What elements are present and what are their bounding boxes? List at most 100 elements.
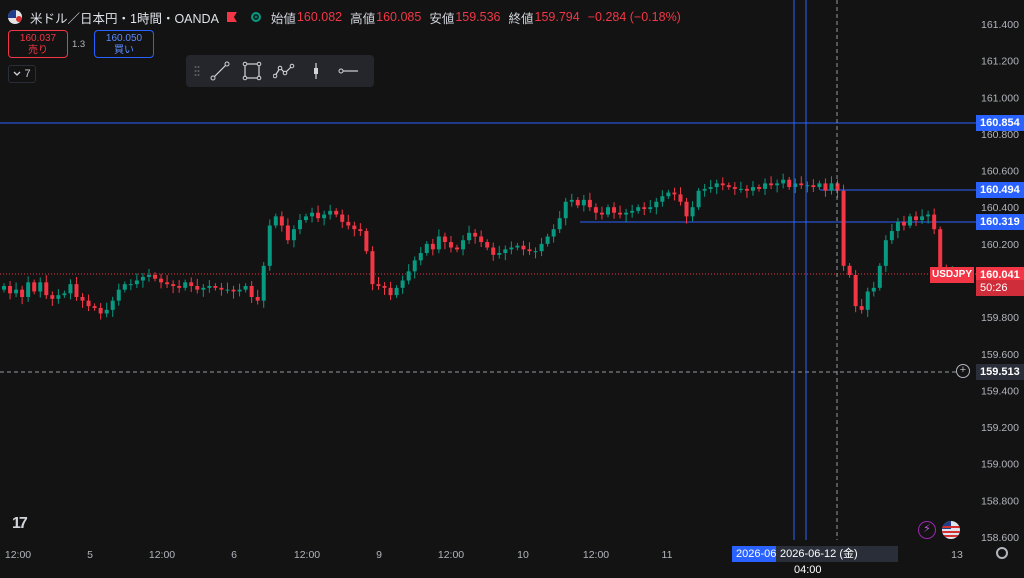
candle-body — [195, 285, 200, 290]
candle-body — [92, 306, 97, 308]
candle-body — [177, 285, 182, 288]
candle-body — [666, 192, 671, 197]
candle-body — [914, 216, 919, 221]
sell-label: 売り — [28, 45, 48, 56]
flag-marker-icon[interactable] — [226, 12, 237, 22]
price-tick: 160.200 — [981, 239, 1019, 251]
candle-body — [249, 285, 254, 297]
candle-body — [165, 282, 170, 285]
candle-body — [642, 207, 647, 210]
candle-body — [787, 179, 792, 188]
candle-body — [606, 207, 610, 215]
time-tick: 12:00 — [583, 549, 609, 561]
time-tick: 12:00 — [149, 549, 175, 561]
lightning-icon[interactable]: ⚡ — [918, 521, 936, 539]
candle-body — [853, 275, 858, 307]
gear-icon[interactable] — [996, 547, 1008, 559]
candle-body — [225, 289, 230, 291]
candle-body — [660, 196, 665, 202]
candle-body — [201, 287, 206, 290]
sell-price: 160.037 — [19, 33, 57, 44]
long-position-icon[interactable] — [300, 55, 332, 87]
buy-button[interactable]: 160.050 買い — [94, 30, 154, 58]
candle-body — [128, 284, 133, 286]
candle-body — [358, 229, 363, 232]
price-label-line-3[interactable]: 160.319 — [976, 214, 1024, 230]
candle-body — [62, 293, 67, 296]
candle-body — [394, 287, 399, 296]
candle-body — [545, 236, 550, 244]
candle-body — [799, 183, 804, 186]
candle-body — [110, 300, 115, 310]
us-flag-icon[interactable] — [942, 521, 960, 539]
close-label: 終値 — [508, 11, 534, 26]
candle-body — [412, 260, 417, 272]
candle-body — [557, 218, 562, 230]
crosshair-date: 2026-06-12 (金) — [780, 548, 858, 560]
candle-body — [732, 187, 737, 189]
price-tick: 159.200 — [981, 422, 1019, 434]
low-label: 安値 — [429, 11, 455, 26]
candle-body — [895, 221, 900, 232]
trend-line-icon[interactable] — [204, 55, 236, 87]
candle-body — [551, 229, 556, 237]
candle-body — [473, 232, 478, 237]
candlestick-series — [2, 173, 955, 320]
change-value: −0.284 (−0.18%) — [587, 10, 681, 24]
candle-body — [207, 285, 212, 288]
chart-header: 米ドル／日本円・1時間・OANDA 始値 160.082 高値 160.085 安値… — [8, 7, 689, 27]
tradingview-logo[interactable]: 17 — [12, 515, 28, 533]
candle-body — [116, 289, 121, 301]
path-icon[interactable] — [268, 55, 300, 87]
candle-body — [738, 188, 743, 190]
chevron-down-icon — [13, 71, 21, 76]
candle-body — [527, 249, 532, 252]
price-label-line-1[interactable]: 160.854 — [976, 115, 1024, 131]
candle-body — [708, 187, 713, 189]
market-status-icon[interactable] — [250, 12, 261, 22]
candle-body — [50, 295, 55, 299]
candle-body — [908, 216, 912, 226]
candle-body — [938, 229, 943, 270]
price-tick: 159.000 — [981, 459, 1019, 471]
candle-body — [515, 245, 520, 248]
rectangle-icon[interactable] — [236, 55, 268, 87]
crosshair-time-label: 2026-06-12 (金) 04:00 — [776, 546, 898, 576]
candle-body — [744, 188, 749, 191]
candle-body — [213, 285, 218, 288]
candle-body — [189, 282, 194, 286]
candle-body — [322, 214, 327, 219]
candle-body — [533, 251, 538, 253]
usdjpy-flag-icon — [8, 10, 22, 24]
drag-handle-icon[interactable] — [190, 55, 204, 87]
candle-body — [618, 212, 623, 215]
candle-body — [823, 183, 828, 191]
candle-body — [32, 282, 37, 292]
sell-button[interactable]: 160.037 売り — [8, 30, 68, 58]
candle-body — [134, 280, 139, 285]
candle-body — [636, 207, 641, 211]
add-alert-plus-icon[interactable]: + — [956, 364, 970, 378]
price-tick: 160.600 — [981, 166, 1019, 178]
symbol-tag: USDJPY — [930, 267, 974, 283]
candle-body — [491, 247, 496, 255]
candle-body — [599, 212, 604, 215]
candle-body — [352, 225, 357, 230]
candle-body — [769, 183, 774, 186]
candle-body — [364, 231, 369, 252]
indicators-toggle-button[interactable]: 7 — [8, 65, 36, 83]
horizontal-ray-icon[interactable] — [332, 55, 364, 87]
candle-body — [159, 278, 164, 283]
candle-body — [696, 190, 701, 208]
candle-body — [56, 295, 61, 299]
price-label-line-2[interactable]: 160.494 — [976, 182, 1024, 198]
candle-body — [8, 285, 13, 294]
candle-body — [901, 221, 906, 226]
chart-canvas[interactable]: 161.400161.200161.000160.800160.600160.4… — [0, 0, 1024, 567]
candle-body — [811, 185, 816, 188]
candle-body — [261, 265, 266, 301]
candle-body — [684, 201, 689, 217]
symbol-title[interactable]: 米ドル／日本円・1時間・OANDA — [30, 8, 219, 27]
candle-body — [467, 232, 472, 241]
candle-body — [720, 183, 725, 186]
